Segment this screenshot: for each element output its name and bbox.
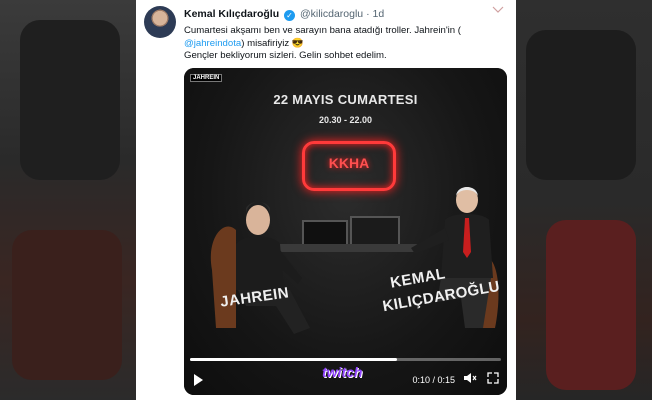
volume-mute-icon[interactable] [463, 372, 477, 387]
tweet-header: Kemal Kılıçdaroğlu ✓ @kilicdaroglu · 1d [184, 8, 384, 21]
blurred-background-left [0, 0, 136, 400]
dot-separator: · [366, 8, 370, 20]
author-handle[interactable]: @kilicdaroglu [300, 8, 363, 20]
video-controls: 0:10 / 0:15 [184, 365, 507, 395]
kilicdaroglu-illustration [411, 187, 499, 328]
tweet-text: Cumartesi akşamı ben ve sarayın bana ata… [184, 25, 504, 63]
video-timecode: 0:10 / 0:15 [412, 375, 455, 385]
tweet-text-line1: Cumartesi akşamı ben ve sarayın bana ata… [184, 25, 461, 36]
play-icon[interactable] [194, 374, 203, 386]
tweet-time[interactable]: 1d [372, 8, 384, 20]
channel-logo: JAHREIN [190, 74, 223, 82]
video-progress-fill [190, 358, 398, 361]
author-name[interactable]: Kemal Kılıçdaroğlu [184, 8, 279, 20]
chevron-down-icon[interactable] [492, 6, 506, 16]
event-date: 22 MAYIS CUMARTESI [273, 92, 418, 107]
neon-sign-text: KKHA [328, 155, 370, 171]
jahrein-illustration [210, 202, 310, 334]
video-player[interactable]: JAHREIN 22 MAYIS CUMARTESI 20.30 - 22.00… [184, 68, 507, 395]
tweet-text-line2: ) misafiriyiz 😎 [241, 37, 304, 49]
video-progress-bar[interactable] [190, 358, 501, 361]
fullscreen-icon[interactable] [487, 372, 499, 387]
verified-check-icon: ✓ [284, 10, 296, 21]
avatar[interactable] [144, 6, 176, 38]
mention-link[interactable]: @jahreindota [184, 38, 241, 49]
tweet-text-line3: Gençler bekliyorum sizleri. Gelin sohbet… [184, 50, 387, 62]
event-time: 20.30 - 22.00 [318, 115, 373, 125]
blurred-background-right [516, 0, 652, 400]
tweet-card[interactable]: Kemal Kılıçdaroğlu ✓ @kilicdaroglu · 1d … [136, 0, 516, 400]
